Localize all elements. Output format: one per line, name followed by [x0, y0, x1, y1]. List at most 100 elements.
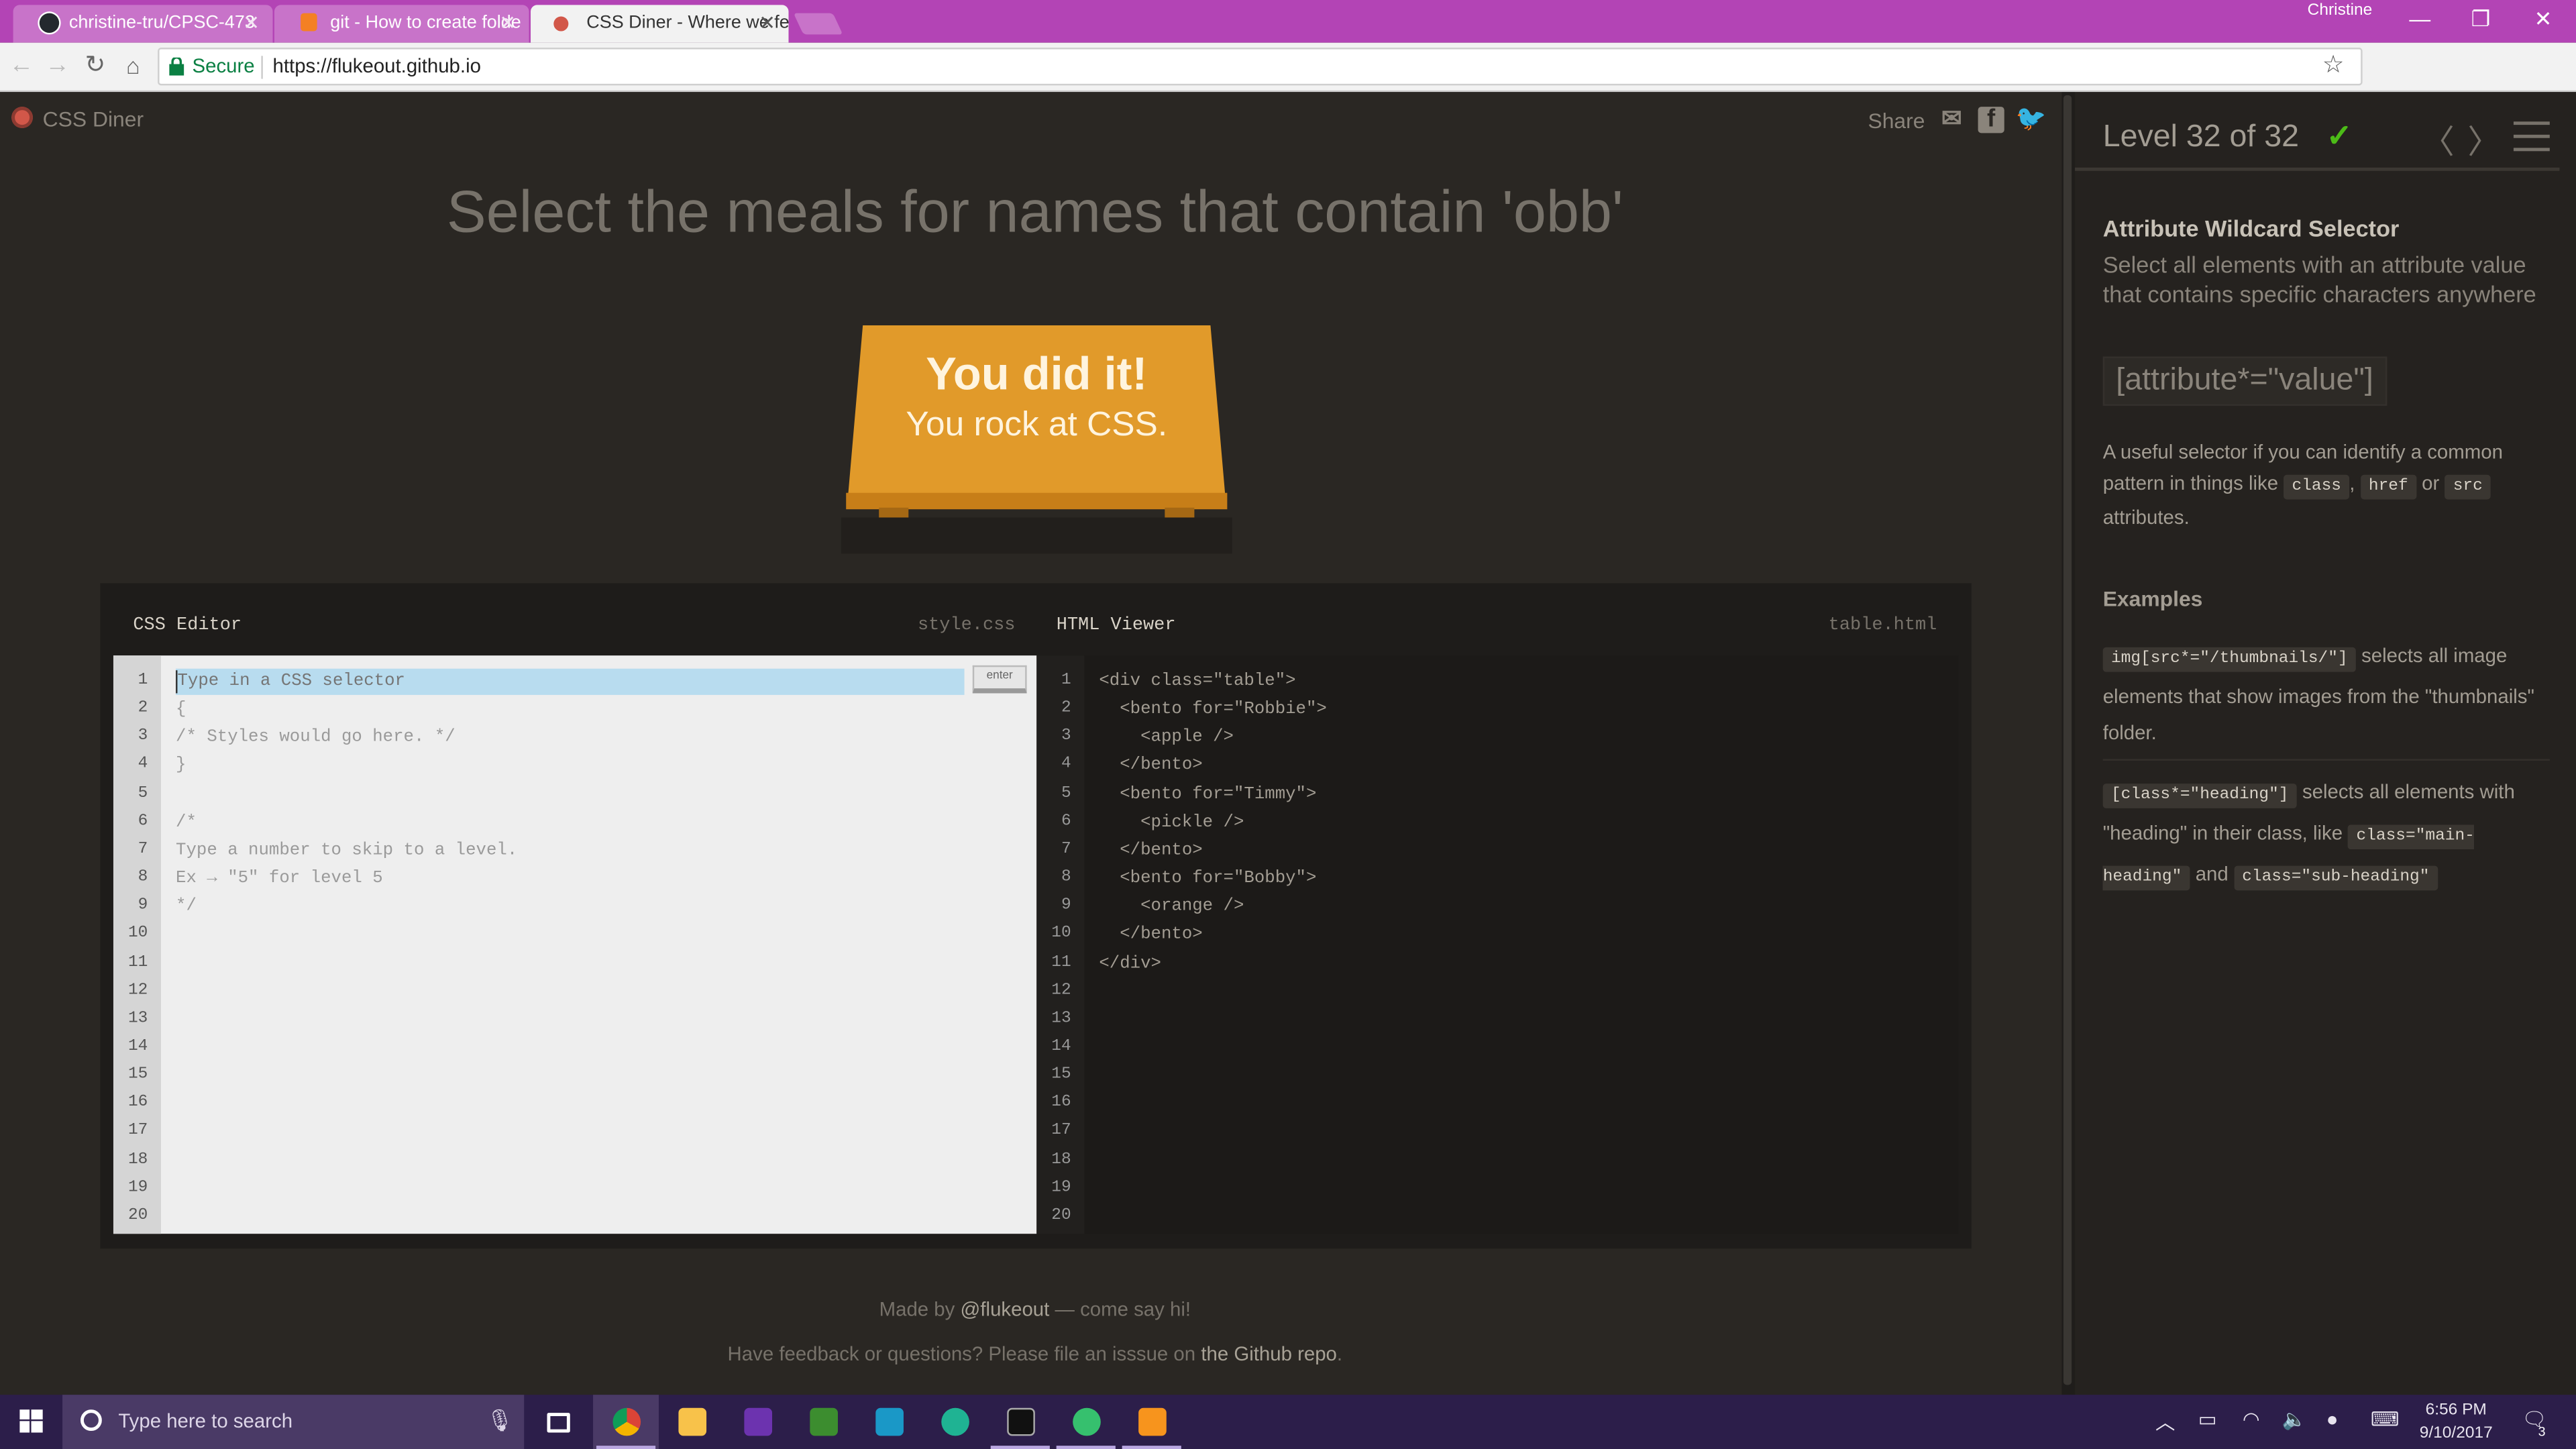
css-diner-favicon — [553, 16, 569, 32]
flukeout-link[interactable]: @flukeout — [961, 1298, 1050, 1321]
line-number: 18 — [1051, 1150, 1071, 1169]
scrollbar-thumb[interactable] — [2063, 95, 2072, 1385]
close-window-button[interactable]: ✕ — [2514, 3, 2573, 36]
example-1: img[src*="/thumbnails/"] selects all ima… — [2102, 637, 2550, 751]
level-menu-icon[interactable] — [2513, 121, 2550, 152]
wifi-icon[interactable]: ◠ — [2243, 1408, 2260, 1431]
example-and: and — [2195, 862, 2229, 885]
line-number: 5 — [1061, 784, 1071, 803]
clock-time: 6:56 PM — [2425, 1401, 2487, 1419]
new-tab-button[interactable] — [793, 13, 843, 35]
lock-icon — [169, 57, 184, 76]
tab-github[interactable]: christine-tru/CPSC-473 ✕ — [13, 5, 273, 43]
windows-taskbar: Type here to search 🎙 ︿ ▭ ◠ 🔈 ● ⌨ 6:56 P… — [0, 1395, 2576, 1449]
taskbar-notepad[interactable] — [790, 1395, 856, 1449]
level-complete-check-icon: ✓ — [2326, 119, 2353, 155]
help-or: or — [2422, 471, 2440, 495]
url-text[interactable]: https://flukeout.github.io — [273, 54, 481, 77]
close-icon[interactable]: ✕ — [759, 5, 775, 41]
address-bar[interactable]: Secure https://flukeout.github.io ☆ — [158, 48, 2363, 86]
logo-icon — [11, 107, 33, 129]
tab-stackoverflow[interactable]: git - How to create folde ✕ — [274, 5, 529, 43]
line-number: 9 — [1061, 897, 1071, 916]
code-line: </bento> — [1099, 756, 1203, 776]
line-number: 10 — [127, 925, 148, 944]
code-line: */ — [176, 897, 197, 917]
level-progress-fill — [2075, 167, 2560, 171]
line-number: 2 — [1061, 700, 1071, 718]
footer-feedback: Have feedback or questions? Please file … — [0, 1342, 2070, 1365]
home-icon[interactable]: ⌂ — [117, 49, 150, 82]
next-level-icon[interactable]: 〉 — [2467, 115, 2500, 162]
github-repo-link[interactable]: the Github repo — [1201, 1342, 1337, 1365]
help-text: attributes. — [2102, 506, 2190, 529]
search-placeholder: Type here to search — [118, 1409, 293, 1433]
gitkraken-icon — [1073, 1407, 1101, 1436]
forward-arrow-icon[interactable]: → — [41, 49, 74, 82]
cortana-icon — [80, 1409, 102, 1432]
terminal-icon — [1007, 1407, 1035, 1436]
taskbar-sublime[interactable] — [1119, 1395, 1185, 1449]
task-view-icon — [547, 1413, 570, 1433]
show-hidden-icons-icon[interactable]: ︿ — [2155, 1408, 2175, 1436]
microphone-icon[interactable]: 🎙 — [486, 1408, 513, 1434]
line-number: 14 — [127, 1038, 148, 1057]
line-number: 16 — [127, 1094, 148, 1113]
footer-say-hi: — come say hi! — [1055, 1297, 1191, 1321]
taskbar-gitkraken-2[interactable] — [1053, 1395, 1119, 1449]
facebook-share-icon[interactable]: f — [1978, 106, 2004, 133]
taskbar-gitkraken[interactable] — [922, 1395, 987, 1449]
tab-title: git - How to create folde — [330, 13, 521, 33]
code-line: <div class="table"> — [1099, 672, 1296, 692]
github-icon — [39, 13, 60, 33]
close-icon[interactable]: ✕ — [499, 5, 516, 41]
gitkraken-icon — [941, 1407, 969, 1436]
close-icon[interactable]: ✕ — [243, 5, 260, 41]
reload-icon[interactable]: ↻ — [79, 49, 112, 82]
selector-description: Select all elements with an attribute va… — [2102, 251, 2536, 307]
enter-button[interactable]: enter — [972, 665, 1027, 694]
stackoverflow-icon — [301, 13, 317, 32]
taskbar-chrome[interactable] — [593, 1395, 659, 1449]
previous-level-icon[interactable]: 〈 — [2422, 115, 2455, 162]
bookmark-star-icon[interactable]: ☆ — [2322, 49, 2345, 79]
back-arrow-icon[interactable]: ← — [5, 49, 38, 82]
selector-syntax: [attribute*="value"] — [2102, 356, 2387, 406]
line-number: 20 — [127, 1207, 148, 1226]
restore-button[interactable]: ❐ — [2451, 3, 2510, 36]
code-line: <pickle /> — [1099, 812, 1244, 833]
battery-icon[interactable]: ▭ — [2198, 1408, 2217, 1431]
line-number: 13 — [1051, 1010, 1071, 1028]
table-leg — [1165, 507, 1195, 518]
taskbar-amazon-music[interactable] — [856, 1395, 922, 1449]
onedrive-icon[interactable]: ● — [2326, 1408, 2339, 1431]
win-message-subtitle: You rock at CSS. — [906, 405, 1168, 444]
line-number: 5 — [138, 784, 148, 803]
profile-name[interactable]: Christine — [2308, 1, 2373, 19]
taskbar-search[interactable]: Type here to search 🎙 — [62, 1395, 525, 1449]
table-shadow — [841, 517, 1232, 554]
sublime-icon — [1138, 1407, 1167, 1436]
selector-name: Attribute Wildcard Selector — [2102, 215, 2400, 241]
twitter-share-icon[interactable]: 🐦 — [2016, 106, 2047, 133]
keyboard-icon[interactable]: ⌨ — [2371, 1408, 2399, 1431]
css-selector-input[interactable] — [176, 668, 965, 695]
line-number: 19 — [1051, 1179, 1071, 1197]
logo-text[interactable]: CSS Diner — [43, 107, 144, 131]
volume-icon[interactable]: 🔈 — [2282, 1408, 2307, 1431]
taskbar-visual-studio[interactable] — [724, 1395, 790, 1449]
code-tag: src — [2445, 474, 2491, 500]
taskbar-file-explorer[interactable] — [659, 1395, 724, 1449]
line-number: 12 — [1051, 981, 1071, 1000]
start-button[interactable] — [0, 1395, 62, 1449]
taskbar-terminal[interactable] — [987, 1395, 1053, 1449]
email-share-icon[interactable]: ✉ — [1939, 106, 1965, 133]
chrome-icon — [612, 1407, 641, 1436]
system-clock[interactable]: 6:56 PM 9/10/2017 — [2399, 1400, 2514, 1446]
minimize-button[interactable]: — — [2390, 3, 2449, 36]
divider — [2102, 759, 2550, 761]
css-filename: style.css — [917, 616, 1016, 636]
line-number: 17 — [1051, 1122, 1071, 1141]
tab-css-diner[interactable]: CSS Diner - Where we fe ✕ — [531, 5, 789, 43]
task-view-button[interactable] — [526, 1395, 592, 1449]
